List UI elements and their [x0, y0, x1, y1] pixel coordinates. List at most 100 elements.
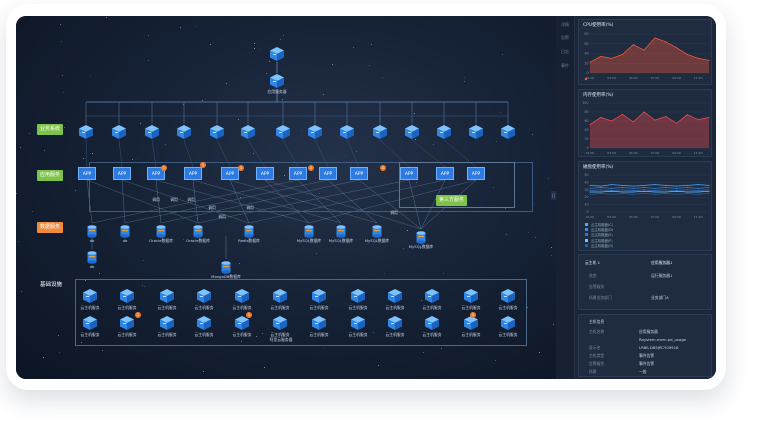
link-label: 调用 — [218, 214, 226, 219]
business-node-icon[interactable] — [144, 124, 160, 140]
data-point — [665, 184, 667, 186]
business-node-icon[interactable] — [240, 124, 256, 140]
business-node-icon[interactable] — [209, 124, 225, 140]
x-tick-label: 07:00 — [651, 76, 660, 80]
detail-panel: || 详情 告警 日志 事件 CPU使用率(%) 80 60 40 20 0 01:00 0… — [551, 16, 716, 379]
alert-badge[interactable]: 1 — [470, 312, 476, 318]
series-line — [590, 190, 710, 193]
side-link-label: 调用 — [390, 210, 398, 215]
cloud-host-label: 云主机服务 — [348, 305, 368, 310]
alert-badge[interactable]: 1 — [135, 312, 141, 318]
database-icon[interactable] — [336, 223, 346, 238]
app-node[interactable]: APP — [400, 167, 418, 180]
cloud-host-icon[interactable] — [424, 288, 440, 304]
cloud-host-label: 云主机服务 — [498, 332, 518, 337]
data-point — [632, 191, 634, 193]
cloud-host-icon[interactable] — [82, 315, 98, 331]
business-node-icon[interactable] — [500, 124, 516, 140]
business-node-icon[interactable] — [339, 124, 355, 140]
rail-item-details[interactable]: 详情 — [561, 22, 569, 28]
alert-badge[interactable]: 1 — [380, 165, 386, 171]
data-point — [589, 193, 591, 195]
rail-item-logs[interactable]: 日志 — [561, 49, 569, 55]
cloud-host-icon[interactable] — [350, 288, 366, 304]
database-icon[interactable] — [193, 223, 203, 238]
app-node[interactable]: APP — [319, 167, 337, 180]
cloud-host-icon[interactable] — [387, 288, 403, 304]
cloud-host-icon[interactable] — [234, 288, 250, 304]
database-icon[interactable] — [156, 223, 166, 238]
alert-badge[interactable]: 1 — [308, 165, 314, 171]
data-point — [676, 190, 678, 192]
app-node[interactable]: APP — [350, 167, 368, 180]
alert-badge[interactable]: 1 — [238, 165, 244, 171]
business-node-icon[interactable] — [372, 124, 388, 140]
data-point — [621, 187, 623, 189]
database-icon[interactable] — [416, 229, 426, 244]
database-icon[interactable] — [87, 223, 97, 238]
database-icon[interactable] — [372, 223, 382, 238]
business-node-icon[interactable] — [436, 124, 452, 140]
x-tick-label: 11:00 — [694, 215, 703, 219]
business-node-icon[interactable] — [176, 124, 192, 140]
cloud-host-icon[interactable] — [159, 315, 175, 331]
data-point — [676, 187, 678, 189]
business-node-icon[interactable] — [307, 124, 323, 140]
cloud-host-icon[interactable] — [311, 288, 327, 304]
business-node-icon[interactable] — [78, 124, 94, 140]
data-point — [654, 37, 656, 39]
app-node[interactable]: APP — [289, 167, 307, 180]
cloud-host-icon[interactable] — [387, 315, 403, 331]
cloud-host-icon[interactable] — [82, 288, 98, 304]
app-node[interactable]: APP — [113, 167, 131, 180]
rail-item-events[interactable]: 事件 — [561, 63, 569, 69]
link-label: 调用 — [187, 197, 195, 202]
top-router-icon[interactable] — [269, 46, 285, 62]
cloud-host-icon[interactable] — [463, 288, 479, 304]
app-node[interactable]: APP — [467, 167, 485, 180]
database-icon[interactable] — [244, 223, 254, 238]
business-node-icon[interactable] — [468, 124, 484, 140]
cloud-host-icon[interactable] — [272, 288, 288, 304]
app-node[interactable]: APP — [78, 167, 96, 180]
cloud-host-label: 云主机服务 — [270, 332, 290, 337]
business-node-icon[interactable] — [404, 124, 420, 140]
legend-swatch — [585, 243, 588, 247]
app-node[interactable]: APP — [221, 167, 239, 180]
info-row-key: 主机名称 — [589, 329, 605, 334]
cloud-host-icon[interactable] — [311, 315, 327, 331]
cloud-host-icon[interactable] — [350, 315, 366, 331]
cloud-host-icon[interactable] — [159, 288, 175, 304]
app-node[interactable]: APP — [256, 167, 274, 180]
cloud-host-icon[interactable] — [272, 315, 288, 331]
alarm-row-value-0: 运行服务器1 — [651, 273, 673, 278]
link-label: 调用 — [152, 197, 160, 202]
alert-badge[interactable]: 1 — [200, 162, 206, 168]
cloud-host-icon[interactable] — [424, 315, 440, 331]
app-node[interactable]: APP — [436, 167, 454, 180]
business-node-icon[interactable] — [111, 124, 127, 140]
alert-badge[interactable]: 1 — [161, 165, 167, 171]
alert-badge[interactable]: 1 — [246, 312, 252, 318]
database-icon[interactable] — [221, 259, 231, 274]
rail-item-alarms[interactable]: 告警 — [561, 35, 569, 41]
data-point — [686, 189, 688, 191]
database-icon[interactable] — [87, 249, 97, 264]
cloud-host-icon[interactable] — [119, 288, 135, 304]
cloud-host-icon[interactable] — [196, 288, 212, 304]
data-point — [611, 187, 613, 189]
app-server-node-icon[interactable] — [269, 73, 285, 89]
database-icon[interactable] — [304, 223, 314, 238]
cloud-host-icon[interactable] — [500, 315, 516, 331]
cloud-host-label: 云主机服务 — [117, 305, 137, 310]
app-node[interactable]: APP — [184, 167, 202, 180]
topology-canvas[interactable]: 业务系统 应用服务 数据服务 基础设施 第三方服务 阿里云服务器 应用服务器 A… — [16, 16, 556, 379]
alarm-row-key-1: 告警级别 — [589, 284, 605, 289]
business-node-icon[interactable] — [275, 124, 291, 140]
legend-item[interactable]: 云主机磁盘(G) — [591, 243, 613, 248]
database-icon[interactable] — [120, 223, 130, 238]
cloud-host-icon[interactable] — [196, 315, 212, 331]
cloud-host-icon[interactable] — [119, 315, 135, 331]
third-party-label: 第三方服务 — [436, 195, 468, 206]
cloud-host-icon[interactable] — [500, 288, 516, 304]
